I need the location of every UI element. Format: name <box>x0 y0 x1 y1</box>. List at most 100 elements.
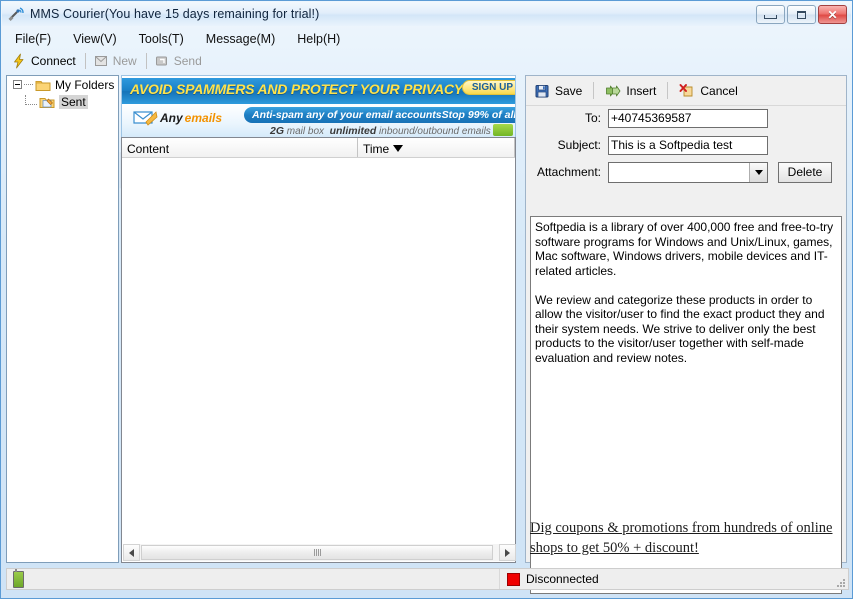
cancel-button-label: Cancel <box>700 83 738 98</box>
chevron-right-icon <box>505 548 510 557</box>
attachment-selected-value <box>609 163 749 182</box>
attachment-field-row: Attachment: Delete <box>526 160 846 184</box>
cancel-button[interactable]: Cancel <box>671 81 745 101</box>
tree-item-label: My Folders <box>55 77 115 92</box>
tree-item-sent[interactable]: Sent <box>7 93 118 110</box>
menu-item-help[interactable]: Help(H) <box>286 30 351 48</box>
menu-item-view[interactable]: View(V) <box>62 30 128 48</box>
compose-form: To: Subject: Attachment: Delete <box>526 106 846 186</box>
anyemails-logo: Any emails <box>132 108 222 127</box>
collapse-icon[interactable] <box>13 80 22 89</box>
main-toolbar: Connect New Send <box>6 50 849 72</box>
phone-icon <box>13 568 24 588</box>
banner-headline: AVOID SPAMMERS AND PROTECT YOUR PRIVACY <box>130 81 463 97</box>
menu-item-tools[interactable]: Tools(T) <box>128 30 195 48</box>
banner-green-badge <box>493 124 513 136</box>
banner-sub-unlimited: unlimited <box>329 125 377 137</box>
subject-field-row: Subject: <box>526 133 846 157</box>
tree-connector <box>24 83 33 86</box>
menu-bar: File(F) View(V) Tools(T) Message(M) Help… <box>6 28 849 49</box>
subject-input[interactable] <box>608 135 768 155</box>
column-header-content[interactable]: Content <box>122 138 358 157</box>
window-controls: ✕ <box>756 5 847 24</box>
scroll-right-button[interactable] <box>499 544 516 561</box>
chevron-down-glyph <box>754 169 763 175</box>
red-square-icon <box>507 572 520 586</box>
toolbar-separator <box>145 53 147 69</box>
close-icon: ✕ <box>827 7 838 22</box>
connect-button[interactable]: Connect <box>6 51 83 71</box>
compose-toolbar-separator <box>593 82 595 99</box>
folder-tree-panel[interactable]: My Folders Sent <box>6 75 119 563</box>
compose-panel: Save Insert Cancel To: +40745369587 Subj… <box>525 75 847 594</box>
subject-label: Subject: <box>557 138 601 152</box>
message-list-body[interactable] <box>122 158 515 544</box>
insert-button-label: Insert <box>626 83 657 98</box>
maximize-icon <box>797 10 806 19</box>
connection-status-text: Disconnected <box>526 572 599 586</box>
folder-icon <box>35 78 51 92</box>
floppy-disk-icon <box>534 83 550 99</box>
minimize-icon <box>764 15 777 19</box>
resize-grip[interactable] <box>833 575 845 587</box>
antenna-icon <box>8 6 26 22</box>
scrollbar-thumb[interactable] <box>141 545 493 560</box>
scrollbar-track[interactable] <box>140 544 499 561</box>
menu-item-message[interactable]: Message(M) <box>195 30 286 48</box>
logo-text-any: Any <box>160 110 183 125</box>
window-title: MMS Courier(You have 15 days remaining f… <box>30 7 320 21</box>
column-header-content-label: Content <box>127 141 170 156</box>
maximize-button[interactable] <box>787 5 816 24</box>
to-field-row: To: <box>526 106 846 130</box>
cancel-icon <box>679 83 695 99</box>
minimize-button[interactable] <box>756 5 785 24</box>
send-button[interactable]: Send <box>149 51 209 71</box>
delete-attachment-button[interactable]: Delete <box>778 161 832 183</box>
application-window: SOFTPEDIA MMS Courier(You have 15 days r… <box>0 0 853 599</box>
envelope-icon <box>132 108 158 127</box>
new-button-label: New <box>112 54 137 68</box>
grip-line <box>317 549 319 556</box>
compose-toolbar: Save Insert Cancel <box>526 76 846 106</box>
new-message-icon <box>93 53 109 69</box>
advertisement-banner[interactable]: AVOID SPAMMERS AND PROTECT YOUR PRIVACY … <box>121 75 516 138</box>
menu-item-file[interactable]: File(F) <box>6 30 62 48</box>
status-bar: Disconnected <box>6 568 849 590</box>
banner-sub-mailbox: 2G <box>270 125 285 137</box>
to-input[interactable] <box>608 108 768 128</box>
compose-toolbar-separator <box>667 82 669 99</box>
column-header-time[interactable]: Time <box>358 138 515 157</box>
tree-item-label: Sent <box>59 94 88 109</box>
new-button[interactable]: New <box>88 51 144 71</box>
send-button-label: Send <box>173 54 202 68</box>
to-label: To: <box>584 111 601 125</box>
send-icon <box>154 53 170 69</box>
grip-line <box>315 549 317 556</box>
toolbar-separator <box>84 53 86 69</box>
message-list-horizontal-scrollbar[interactable] <box>123 544 516 561</box>
logo-text-emails: emails <box>184 110 223 125</box>
bottom-ad-line2: shops to get 50% + discount! <box>530 540 699 556</box>
status-bar-left-section <box>7 568 499 589</box>
save-button[interactable]: Save <box>526 81 590 101</box>
bottom-ad-line1: Dig coupons & promotions from hundreds o… <box>530 520 833 536</box>
banner-sub-mailbox-rest: mail box <box>284 126 325 137</box>
title-bar: MMS Courier(You have 15 days remaining f… <box>2 2 851 26</box>
close-button[interactable]: ✕ <box>818 5 847 24</box>
insert-button[interactable]: Insert <box>597 81 664 101</box>
scroll-left-button[interactable] <box>123 544 140 561</box>
message-list-panel: AVOID SPAMMERS AND PROTECT YOUR PRIVACY … <box>121 75 516 563</box>
sent-folder-icon <box>39 95 55 109</box>
banner-subtext: 2G mail box unlimited inbound/outbound e… <box>270 125 509 137</box>
banner-signup-button[interactable]: SIGN UP <box>461 80 515 95</box>
message-list[interactable]: Content Time <box>121 137 516 563</box>
chevron-down-icon[interactable] <box>749 162 767 182</box>
attachment-select[interactable] <box>608 161 768 183</box>
grip-line <box>313 549 315 556</box>
tree-item-my-folders[interactable]: My Folders <box>7 76 118 93</box>
message-list-header: Content Time <box>122 138 515 158</box>
banner-feature-strip: Anti-spam any of your email accounts Sto… <box>244 107 515 123</box>
grip-line <box>319 549 321 556</box>
connect-button-label: Connect <box>31 54 76 68</box>
bottom-advertisement-link[interactable]: Dig coupons & promotions from hundreds o… <box>530 518 844 558</box>
